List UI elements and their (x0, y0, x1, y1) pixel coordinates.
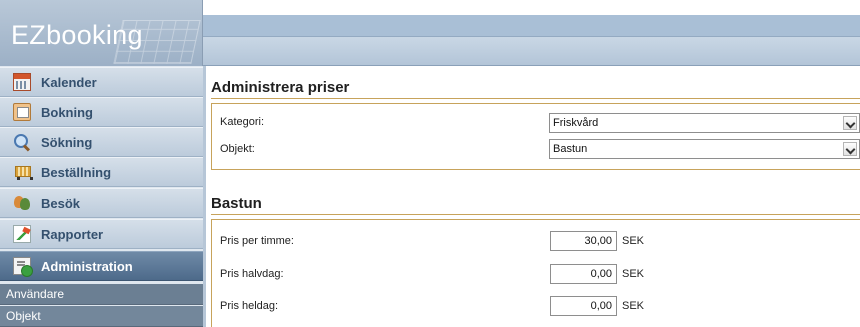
price-per-hour-label: Pris per timme: (220, 235, 294, 247)
sidebar-item-sokning[interactable]: Sökning (0, 127, 203, 157)
calendar-icon (13, 73, 31, 91)
sidebar-item-label: Beställning (41, 164, 112, 180)
sidebar-item-rapporter[interactable]: Rapporter (0, 219, 203, 249)
currency-label: SEK (622, 235, 645, 247)
content-divider (203, 66, 206, 327)
logo[interactable]: EZbooking (0, 0, 203, 66)
currency-label: SEK (622, 300, 645, 312)
sidebar-item-kalender[interactable]: Kalender (0, 67, 203, 97)
sidebar-subitem-anvandare[interactable]: Användare (0, 284, 203, 305)
object-select[interactable]: Bastun (549, 139, 860, 159)
price-half-day-input[interactable]: 0,00 (550, 264, 617, 284)
cart-icon (13, 163, 33, 181)
object-select-value: Bastun (553, 143, 588, 155)
search-icon (13, 133, 31, 151)
booking-icon (13, 103, 31, 121)
sidebar-item-label: Administration (41, 258, 133, 274)
logo-calendar-grid-icon (113, 20, 201, 64)
category-select[interactable]: Friskvård (549, 113, 860, 133)
prices-filter-panel: Kategori: Friskvård Objekt: Bastun (211, 103, 860, 170)
chevron-down-icon[interactable] (843, 142, 857, 156)
sidebar-item-besok[interactable]: Besök (0, 188, 203, 218)
sidebar-item-label: Besök (41, 195, 81, 211)
section-title-prices: Administrera priser (211, 79, 350, 96)
section-divider (211, 98, 860, 99)
object-prices-panel: Pris per timme: 30,00 SEK Pris halvdag: … (211, 219, 860, 327)
category-label: Kategori: (220, 116, 265, 128)
currency-label: SEK (622, 268, 645, 280)
sidebar-item-label: Rapporter (41, 226, 104, 242)
app-window: EZbooking Kalender Bokning Sökning Bestä… (0, 0, 860, 327)
chevron-down-icon[interactable] (843, 116, 857, 130)
price-half-day-label: Pris halvdag: (220, 268, 284, 280)
category-select-value: Friskvård (553, 117, 599, 129)
price-full-day-label: Pris heldag: (220, 300, 279, 312)
sidebar: EZbooking Kalender Bokning Sökning Bestä… (0, 0, 203, 327)
sidebar-item-label: Sökning (41, 134, 93, 150)
admin-icon (13, 257, 33, 277)
header-bar (203, 15, 860, 37)
header-subbar (203, 37, 860, 66)
sidebar-item-bokning[interactable]: Bokning (0, 97, 203, 127)
sidebar-subitem-objekt[interactable]: Objekt (0, 306, 203, 327)
price-per-hour-input[interactable]: 30,00 (550, 231, 617, 251)
sidebar-item-administration[interactable]: Administration (0, 251, 203, 281)
section-divider (211, 214, 860, 215)
section-title-object: Bastun (211, 195, 262, 212)
sidebar-item-bestallning[interactable]: Beställning (0, 157, 203, 187)
object-label: Objekt: (220, 143, 255, 155)
sidebar-item-label: Bokning (41, 104, 93, 120)
visitors-icon (13, 194, 31, 212)
report-chart-icon (13, 225, 31, 243)
price-full-day-input[interactable]: 0,00 (550, 296, 617, 316)
sidebar-item-label: Kalender (41, 74, 97, 90)
